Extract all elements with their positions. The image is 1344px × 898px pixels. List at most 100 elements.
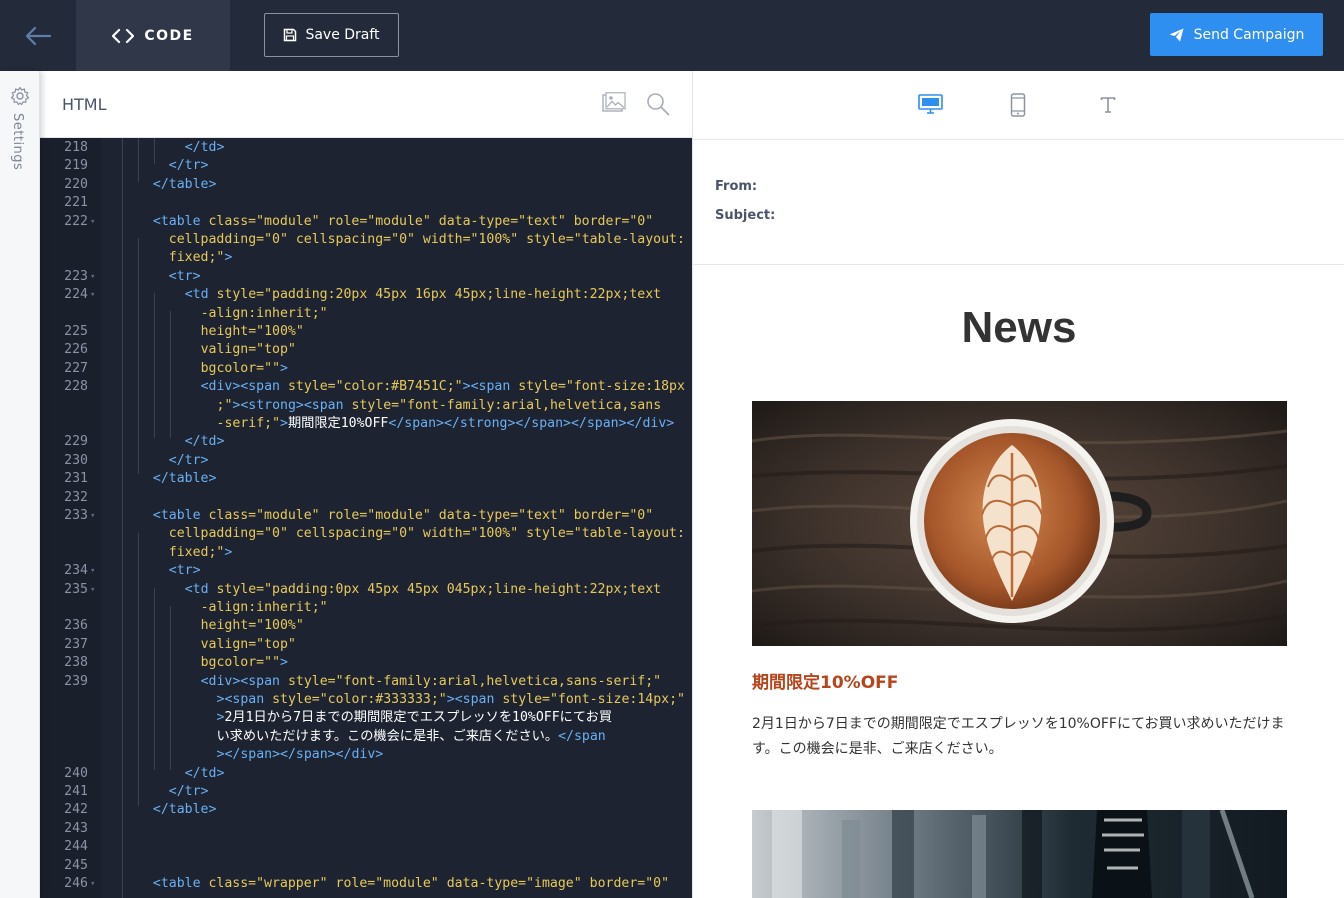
desktop-icon[interactable] [918, 93, 943, 115]
indent-guide [169, 606, 171, 770]
back-button[interactable] [0, 0, 76, 71]
code-token: -align:inherit;" [200, 305, 328, 321]
code-text: <table class="wrapper" role="module" dat… [153, 875, 669, 893]
code-token: "font-family:arial,helvetica,sans [399, 397, 662, 413]
code-token: "font-family:arial,helvetica,sans-serif;… [335, 673, 662, 689]
code-line: 222 ▾ <table class="module" role="module" … [40, 213, 692, 231]
code-token: style= [287, 379, 336, 395]
arrow-left-icon [25, 26, 52, 45]
code-token: style= [518, 379, 566, 395]
code-line: 246 ▾ <table class="wrapper" role="module"… [40, 875, 692, 893]
code-token: class= [208, 876, 257, 891]
code-token: > [280, 416, 288, 431]
code-text: -align:inherit;" [201, 305, 328, 323]
code-token: ><strong><span [232, 397, 352, 413]
code-token: "" [264, 655, 281, 671]
code-token: style= [216, 581, 265, 597]
fold-toggle-icon[interactable]: ▾ [90, 268, 95, 286]
line-number: 246 [64, 876, 88, 891]
indent-guide [137, 533, 139, 806]
tab-code[interactable]: CODE [76, 0, 230, 71]
save-draft-button[interactable]: Save Draft [264, 13, 399, 57]
image-icon[interactable] [602, 92, 626, 114]
fold-toggle-icon[interactable]: ▾ [90, 581, 95, 599]
code-text: </td> [185, 433, 225, 451]
line-number: 230 [64, 452, 88, 468]
code-token: <div><span [200, 673, 288, 689]
line-number: 220 [64, 176, 88, 192]
code-token: "module" [367, 508, 439, 523]
code-token: </td> [184, 434, 225, 450]
code-token: </tr> [168, 158, 209, 174]
code-token: い求めいただけます。この機会に是非、ご来店ください。 [216, 728, 559, 744]
code-token: <tr> [168, 268, 201, 284]
settings-rail[interactable]: Settings [0, 71, 40, 898]
code-text: <tr> [169, 268, 201, 286]
code-token: "module" [256, 508, 328, 523]
code-token: height= [200, 324, 257, 339]
floppy-disk-icon [284, 28, 297, 42]
indent-guide [137, 238, 139, 474]
code-token: style= [216, 287, 265, 303]
from-label: From: [715, 179, 758, 194]
code-token: "module" [375, 876, 447, 891]
offer-heading: 期間限定10%OFF [752, 673, 899, 693]
line-number: 243 [64, 820, 88, 836]
code-token: role= [327, 508, 368, 523]
code-text: </td> [185, 765, 225, 783]
code-token: bgcolor= [200, 360, 265, 376]
code-text: <td style="padding:0px 45px 45px 045px;l… [185, 581, 661, 599]
code-token: fixed;" [168, 250, 225, 266]
indent-guide [153, 293, 155, 438]
code-token: <table [152, 876, 209, 891]
top-toolbar: CODE Save Draft Send Campaign [0, 0, 1344, 71]
fold-toggle-icon[interactable]: ▾ [90, 875, 95, 893]
send-campaign-button[interactable]: Send Campaign [1150, 13, 1323, 56]
line-number: 225 [64, 324, 88, 339]
mobile-phone-icon[interactable] [1010, 93, 1026, 117]
line-number: 232 [64, 489, 88, 505]
code-token: <div><span [200, 379, 288, 395]
code-text: ></span></span></div> [217, 746, 384, 764]
code-token: style= [272, 692, 320, 707]
code-text: -serif;">期間限定10%OFF</span></strong></spa… [217, 415, 675, 433]
fold-toggle-icon[interactable]: ▾ [90, 213, 95, 231]
code-token: </tr> [168, 452, 209, 468]
search-icon[interactable] [646, 92, 670, 116]
code-text: height="100%" [201, 617, 304, 635]
line-number: 234 [64, 563, 88, 579]
fold-toggle-icon[interactable]: ▾ [90, 562, 95, 580]
indent-guide [153, 138, 155, 164]
code-token: </span [558, 728, 606, 744]
code-editor[interactable]: 218 </td> 219 </tr> 220 </table> 221 222 ▾ <table… [40, 138, 692, 898]
line-number: 231 [64, 471, 88, 487]
line-number: 233 [64, 508, 88, 523]
line-number: 221 [64, 195, 88, 211]
tab-code-label: CODE [144, 27, 194, 44]
fold-toggle-icon[interactable]: ▾ [90, 507, 95, 525]
code-text: <tr> [169, 562, 201, 580]
code-text: cellpadding="0" cellspacing="0" width="1… [169, 525, 685, 543]
email-meta: From: Subject: [692, 140, 1344, 265]
code-line: 244 [40, 838, 692, 856]
code-token: > [280, 655, 288, 671]
code-text: >2月1日から7日までの期間限定でエスプレッソを10%OFFにてお買 [217, 709, 613, 727]
line-number: 239 [64, 673, 88, 689]
code-text: valign="top" [201, 341, 296, 359]
line-number: 238 [64, 655, 88, 671]
line-number: 228 [64, 379, 88, 395]
fold-toggle-icon[interactable]: ▾ [90, 286, 95, 304]
line-number: 244 [64, 839, 88, 855]
code-token: "top" [256, 636, 296, 652]
code-token: border= [573, 508, 630, 523]
line-number: 241 [64, 784, 88, 799]
code-text: い求めいただけます。この機会に是非、ご来店ください。</span [217, 728, 606, 746]
code-token: style= [351, 397, 400, 413]
code-token: -serif;" [216, 416, 281, 431]
code-token: border= [573, 213, 630, 229]
plain-text-icon[interactable] [1100, 97, 1116, 113]
code-token: "text" [518, 508, 574, 523]
line-number: 237 [64, 636, 88, 652]
code-token: style= [526, 232, 574, 247]
editor-title: HTML [62, 95, 107, 114]
